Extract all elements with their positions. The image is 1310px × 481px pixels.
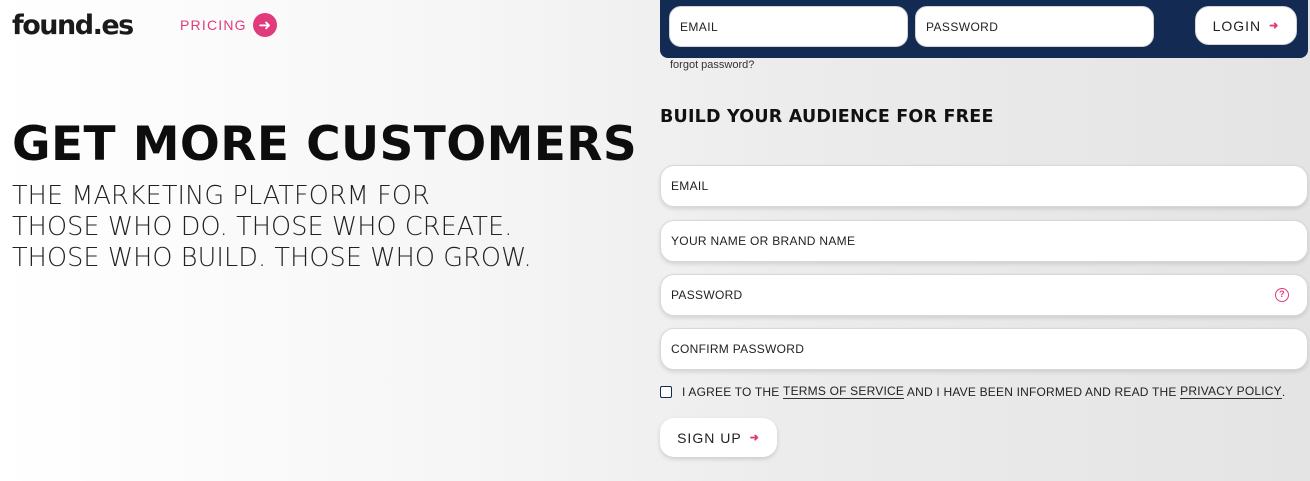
agree-text-middle: AND I HAVE BEEN INFORMED AND READ THE xyxy=(904,384,1181,399)
terms-checkbox[interactable] xyxy=(660,385,672,398)
hero-headline: GET MORE CUSTOMERS xyxy=(12,117,638,172)
signup-name-input[interactable]: YOUR NAME OR BRAND NAME xyxy=(660,220,1308,262)
privacy-policy-link[interactable]: PRIVACY POLICY xyxy=(1180,384,1282,399)
signup-button[interactable]: SIGN UP ➜ xyxy=(660,418,777,457)
hero-subline-2: THOSE WHO DO. THOSE WHO CREATE. xyxy=(12,212,513,242)
signup-title: BUILD YOUR AUDIENCE FOR FREE xyxy=(660,107,994,127)
login-button-label: LOGIN xyxy=(1212,17,1262,34)
pricing-link[interactable]: PRICING ➜ xyxy=(180,13,277,37)
login-email-input[interactable]: EMAIL xyxy=(669,6,908,47)
arrow-right-icon: ➜ xyxy=(1269,20,1280,32)
login-password-placeholder: PASSWORD xyxy=(926,19,999,34)
signup-name-placeholder: YOUR NAME OR BRAND NAME xyxy=(671,234,856,248)
agree-text-suffix: . xyxy=(1281,384,1286,399)
help-icon[interactable]: ? xyxy=(1275,288,1289,302)
signup-confirm-password-input[interactable]: CONFIRM PASSWORD xyxy=(660,328,1308,370)
login-bar: EMAIL PASSWORD LOGIN ➜ xyxy=(660,0,1308,58)
terms-of-service-link[interactable]: TERMS OF SERVICE xyxy=(783,384,905,399)
brand-logo[interactable]: found.es xyxy=(12,10,134,41)
hero-subline-1: THE MARKETING PLATFORM FOR xyxy=(12,181,430,211)
arrow-right-circle-icon: ➜ xyxy=(252,13,277,37)
arrow-right-icon: ➜ xyxy=(749,432,760,444)
signup-button-label: SIGN UP xyxy=(677,429,742,446)
signup-password-placeholder: PASSWORD xyxy=(671,288,743,302)
agree-text-prefix: I AGREE TO THE xyxy=(682,384,784,399)
signup-confirm-placeholder: CONFIRM PASSWORD xyxy=(671,342,805,356)
signup-password-input[interactable]: PASSWORD ? xyxy=(660,274,1308,316)
pricing-label: PRICING xyxy=(180,17,247,33)
forgot-password-link[interactable]: forgot password? xyxy=(670,59,754,71)
login-button[interactable]: LOGIN ➜ xyxy=(1195,6,1297,45)
login-email-placeholder: EMAIL xyxy=(680,19,719,34)
terms-agreement: I AGREE TO THE TERMS OF SERVICE AND I HA… xyxy=(660,384,1285,399)
signup-email-input[interactable]: EMAIL xyxy=(660,165,1308,207)
hero-subline-3: THOSE WHO BUILD. THOSE WHO GROW. xyxy=(12,243,532,273)
login-password-input[interactable]: PASSWORD xyxy=(915,6,1154,47)
signup-email-placeholder: EMAIL xyxy=(671,179,709,193)
